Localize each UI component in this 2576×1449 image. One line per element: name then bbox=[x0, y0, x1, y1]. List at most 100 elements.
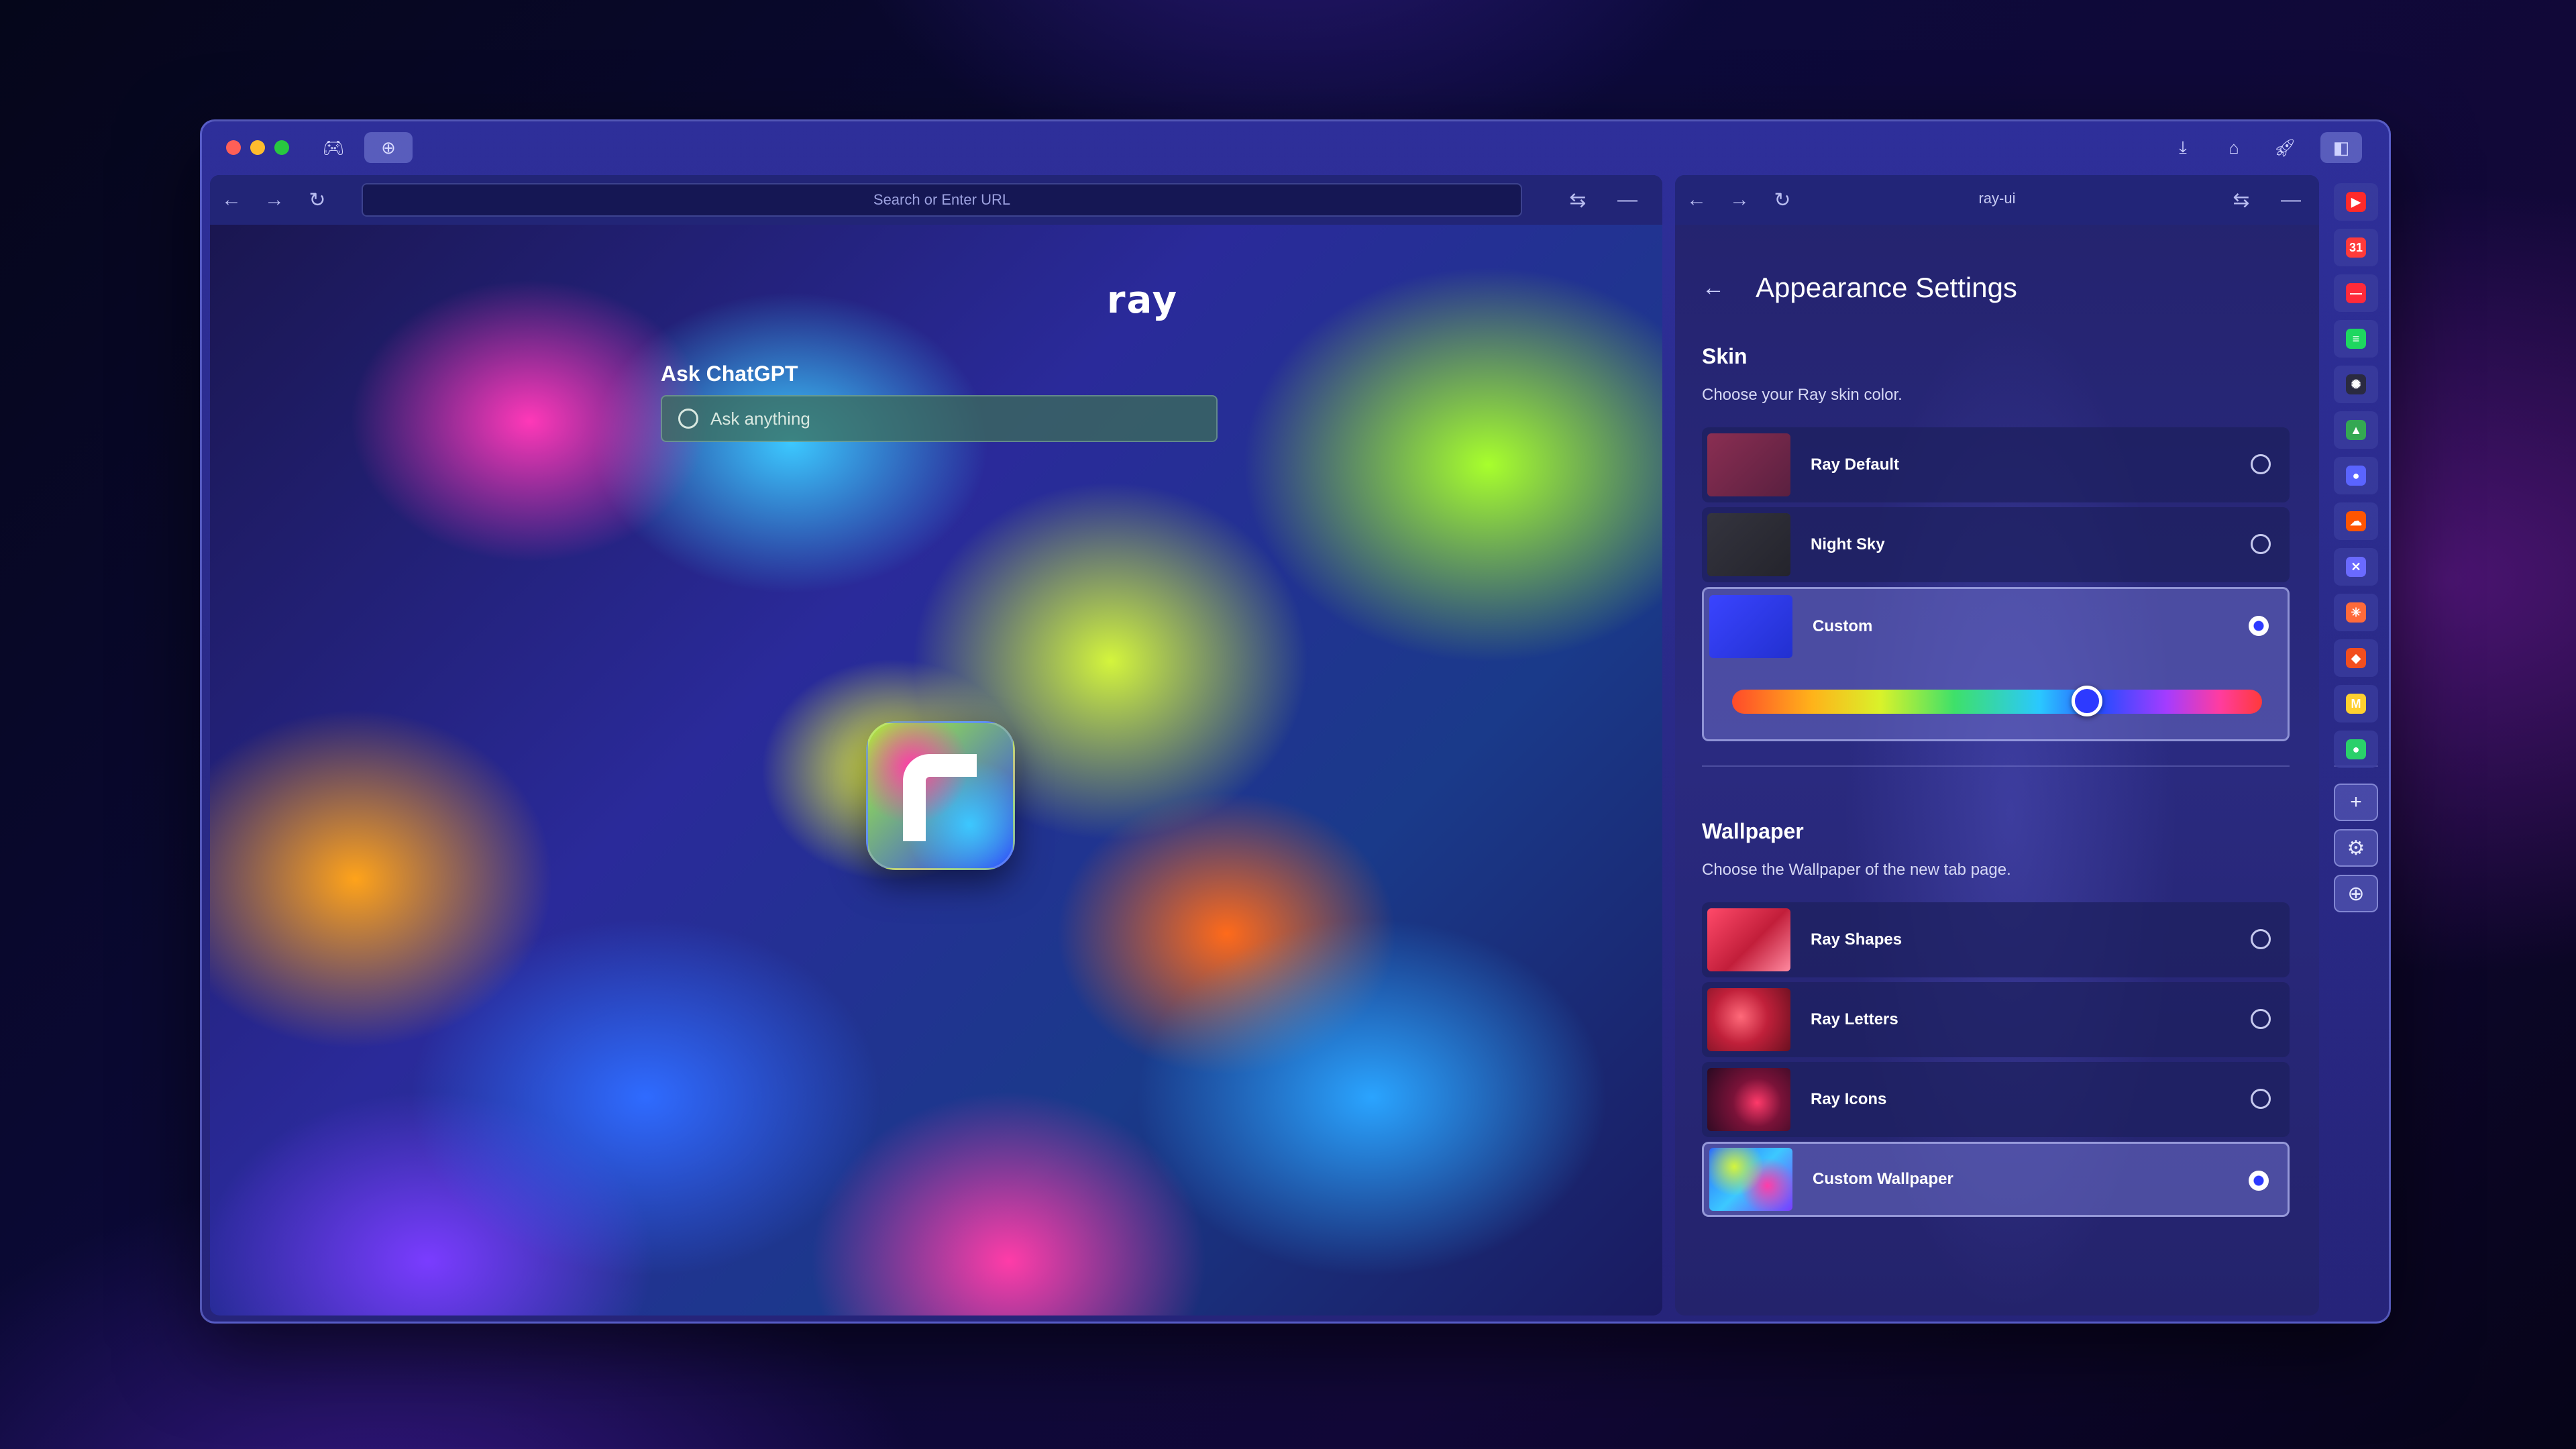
hue-slider-thumb[interactable] bbox=[2072, 686, 2103, 716]
chatgpt-icon bbox=[678, 409, 698, 429]
radio-button-selected[interactable] bbox=[2249, 1171, 2269, 1191]
radio-button[interactable] bbox=[2251, 1089, 2271, 1109]
wallpaper-option-ray-icons[interactable]: Ray Icons bbox=[1702, 1062, 2290, 1137]
sidebar-app-openai[interactable]: ✺ bbox=[2334, 366, 2378, 403]
wallpaper-option-custom-wallpaper[interactable]: Custom Wallpaper bbox=[1702, 1142, 2290, 1217]
settings-gear-icon[interactable]: ⚙ bbox=[2334, 829, 2378, 867]
rocket-icon[interactable]: 🚀︎ bbox=[2269, 132, 2300, 163]
url-bar[interactable]: Search or Enter URL bbox=[362, 183, 1522, 217]
sidebar-app-blue-app[interactable]: ● bbox=[2334, 457, 2378, 494]
ray-r-icon bbox=[903, 754, 977, 841]
x-app-icon: ✕ bbox=[2346, 557, 2366, 577]
swap-icon[interactable]: ⇆ bbox=[1556, 178, 1599, 221]
figma-icon: ◆ bbox=[2346, 648, 2366, 668]
claude-icon: ✳ bbox=[2346, 602, 2366, 623]
option-label: Ray Default bbox=[1811, 455, 1900, 474]
minimize-window-button[interactable] bbox=[250, 140, 265, 155]
radio-button[interactable] bbox=[2251, 929, 2271, 949]
miro-icon: M bbox=[2346, 694, 2366, 714]
back-icon[interactable]: ← bbox=[210, 178, 253, 221]
sidebar-app-spotify[interactable]: ≡ bbox=[2334, 320, 2378, 358]
option-label: Ray Shapes bbox=[1811, 930, 1902, 949]
gamepad-icon[interactable]: 🎮︎ bbox=[309, 132, 358, 163]
zoom-window-button[interactable] bbox=[274, 140, 289, 155]
minimize-pane-icon[interactable]: — bbox=[1606, 178, 1649, 221]
openai-icon: ✺ bbox=[2346, 374, 2366, 394]
page-title: Appearance Settings bbox=[1756, 272, 2017, 303]
option-label: Custom bbox=[1813, 617, 1873, 635]
left-browser-pane: ← → ↻ Search or Enter URL ⇆ — ray Ask Ch… bbox=[210, 175, 1662, 1316]
skin-swatch bbox=[1707, 433, 1790, 496]
new-tab-wallpaper: ray Ask ChatGPT Ask anything bbox=[210, 225, 1662, 1316]
swap-icon[interactable]: ⇆ bbox=[2220, 178, 2263, 221]
forward-icon[interactable]: → bbox=[253, 178, 296, 221]
wallpaper-thumbnail bbox=[1707, 908, 1790, 971]
wallpaper-thumbnail bbox=[1709, 1148, 1792, 1211]
sidebar-toggle-icon[interactable]: ◧ bbox=[2320, 132, 2362, 163]
soundcloud-icon: ☁ bbox=[2346, 511, 2366, 531]
radio-button[interactable] bbox=[2251, 1009, 2271, 1029]
wallpaper-option-ray-shapes[interactable]: Ray Shapes bbox=[1702, 902, 2290, 977]
calendar-icon: 31 bbox=[2346, 237, 2366, 258]
minimize-pane-icon[interactable]: — bbox=[2269, 178, 2312, 221]
option-label: Custom Wallpaper bbox=[1813, 1170, 1953, 1188]
red-app-icon: — bbox=[2346, 283, 2366, 303]
settings-header: ← Appearance Settings bbox=[1702, 272, 2017, 304]
option-label: Ray Letters bbox=[1811, 1010, 1898, 1028]
sidebar-app-calendar[interactable]: 31 bbox=[2334, 229, 2378, 266]
download-icon[interactable]: ⤓ bbox=[2167, 132, 2198, 163]
wallpaper-option-ray-letters[interactable]: Ray Letters bbox=[1702, 982, 2290, 1057]
hue-slider[interactable] bbox=[1732, 686, 2262, 716]
globe-icon[interactable]: ⊕ bbox=[364, 132, 413, 163]
add-app-icon[interactable]: + bbox=[2334, 784, 2378, 821]
skin-swatch bbox=[1707, 513, 1790, 576]
sidebar-app-figma[interactable]: ◆ bbox=[2334, 639, 2378, 677]
app-sidebar: + ⚙ ⊕ ▶ 31 — ≡ ✺ ▲ ● ☁ ✕ ✳ ◆ M ● bbox=[2326, 175, 2386, 1316]
reload-icon[interactable]: ↻ bbox=[296, 178, 339, 221]
blue-app-icon: ● bbox=[2346, 466, 2366, 486]
sidebar-app-claude[interactable]: ✳ bbox=[2334, 594, 2378, 631]
sidebar-app-miro[interactable]: M bbox=[2334, 685, 2378, 722]
traffic-lights bbox=[226, 140, 289, 155]
wallpaper-thumbnail bbox=[1707, 988, 1790, 1051]
ray-logo: ray bbox=[1106, 278, 1179, 322]
space-tabs: 🎮︎ ⊕ bbox=[309, 132, 413, 163]
globe-icon[interactable]: ⊕ bbox=[2334, 875, 2378, 912]
ask-placeholder: Ask anything bbox=[710, 408, 810, 429]
skin-option-ray-default[interactable]: Ray Default bbox=[1702, 427, 2290, 502]
section-divider bbox=[1702, 765, 2290, 767]
option-label: Ray Icons bbox=[1811, 1090, 1887, 1108]
left-toolbar: ← → ↻ Search or Enter URL ⇆ — bbox=[210, 175, 1662, 225]
title-bar: 🎮︎ ⊕ ⤓ ⌂ 🚀︎ ◧ bbox=[202, 121, 2389, 172]
sidebar-app-google-drive[interactable]: ▲ bbox=[2334, 411, 2378, 449]
browser-window: 🎮︎ ⊕ ⤓ ⌂ 🚀︎ ◧ ← → ↻ Search or Enter URL … bbox=[200, 119, 2391, 1324]
right-toolbar: ← → ↻ ray-ui ⇆ — bbox=[1675, 175, 2319, 225]
wallpaper-thumbnail bbox=[1707, 1068, 1790, 1131]
sidebar-app-youtube[interactable]: ▶ bbox=[2334, 183, 2378, 221]
sidebar-app-x-app[interactable]: ✕ bbox=[2334, 548, 2378, 586]
right-browser-pane: ← → ↻ ray-ui ⇆ — ← Appearance Settings S… bbox=[1675, 175, 2319, 1316]
green-app-icon: ● bbox=[2346, 739, 2366, 759]
skin-section-subtitle: Choose your Ray skin color. bbox=[1702, 386, 1902, 404]
skin-section-title: Skin bbox=[1702, 344, 1748, 368]
close-window-button[interactable] bbox=[226, 140, 241, 155]
skin-swatch bbox=[1709, 595, 1792, 658]
ray-app-tile[interactable] bbox=[866, 721, 1015, 870]
ask-input[interactable]: Ask anything bbox=[661, 395, 1218, 442]
skin-option-custom[interactable]: Custom bbox=[1702, 587, 2290, 741]
youtube-icon: ▶ bbox=[2346, 192, 2366, 212]
appearance-settings: ← Appearance Settings Skin Choose your R… bbox=[1702, 225, 2292, 1316]
spotify-icon: ≡ bbox=[2346, 329, 2366, 349]
sidebar-app-green-app[interactable]: ● bbox=[2334, 731, 2378, 768]
radio-button[interactable] bbox=[2251, 534, 2271, 554]
wallpaper-section-title: Wallpaper bbox=[1702, 819, 1804, 843]
sidebar-app-red-app[interactable]: — bbox=[2334, 274, 2378, 312]
radio-button[interactable] bbox=[2251, 454, 2271, 474]
skin-option-night-sky[interactable]: Night Sky bbox=[1702, 507, 2290, 582]
radio-button-selected[interactable] bbox=[2249, 616, 2269, 636]
google-drive-icon: ▲ bbox=[2346, 420, 2366, 440]
sidebar-app-soundcloud[interactable]: ☁ bbox=[2334, 502, 2378, 540]
ask-chatgpt-label: Ask ChatGPT bbox=[661, 362, 798, 386]
home-icon[interactable]: ⌂ bbox=[2218, 132, 2249, 163]
back-arrow-icon[interactable]: ← bbox=[1702, 275, 1729, 301]
